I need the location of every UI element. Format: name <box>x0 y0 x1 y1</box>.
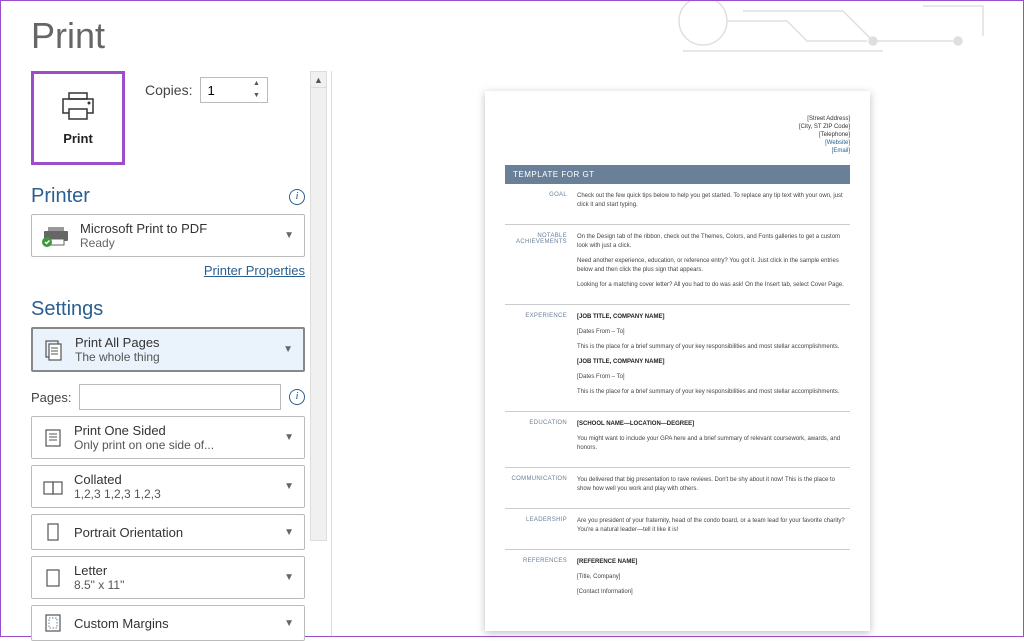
preview-section-label: GOAL <box>505 192 577 216</box>
preview-section-body: Are you president of your fraternity, he… <box>577 517 850 541</box>
preview-address: [Street Address] [City, ST ZIP Code] [Te… <box>505 115 850 155</box>
preview-section-body: [REFERENCE NAME][Title, Company][Contact… <box>577 558 850 603</box>
printer-status: Ready <box>80 236 207 250</box>
preview-section: COMMUNICATIONYou delivered that big pres… <box>505 468 850 509</box>
chevron-down-icon: ▼ <box>284 432 294 443</box>
setting-collated[interactable]: Collated 1,2,3 1,2,3 1,2,3 ▼ <box>31 465 305 508</box>
left-panel: Print Copies: ▲ ▼ Printer i <box>1 71 331 636</box>
print-button[interactable]: Print <box>31 71 125 165</box>
setting-paper-size[interactable]: Letter 8.5" x 11" ▼ <box>31 556 305 599</box>
preview-banner: TEMPLATE FOR GT <box>505 165 850 184</box>
printer-properties-link[interactable]: Printer Properties <box>31 263 305 278</box>
preview-section-body: [SCHOOL NAME—LOCATION—DEGREE]You might w… <box>577 420 850 459</box>
printer-selector[interactable]: Microsoft Print to PDF Ready ▼ <box>31 214 305 257</box>
preview-section-label: NOTABLE ACHIEVEMENTS <box>505 233 577 296</box>
preview-section-label: COMMUNICATION <box>505 476 577 500</box>
one-sided-icon <box>42 427 64 449</box>
setting-one-sided[interactable]: Print One Sided Only print on one side o… <box>31 416 305 459</box>
printer-icon <box>59 91 97 123</box>
pages-icon <box>43 339 65 361</box>
scroll-up-icon[interactable]: ▲ <box>311 72 326 88</box>
print-button-label: Print <box>63 131 93 146</box>
preview-section: LEADERSHIPAre you president of your frat… <box>505 509 850 550</box>
preview-section-label: REFERENCES <box>505 558 577 603</box>
collated-icon <box>42 476 64 498</box>
preview-section: GOALCheck out the few quick tips below t… <box>505 184 850 225</box>
orientation-icon <box>42 521 64 543</box>
copies-down-icon[interactable]: ▼ <box>249 90 263 102</box>
chevron-down-icon: ▼ <box>284 618 294 629</box>
preview-section-label: EXPERIENCE <box>505 313 577 403</box>
margins-icon <box>42 612 64 634</box>
setting-print-all[interactable]: Print All Pages The whole thing ▼ <box>31 327 305 372</box>
settings-section-title: Settings <box>31 298 305 321</box>
copies-label: Copies: <box>145 82 192 98</box>
preview-section-body: Check out the few quick tips below to he… <box>577 192 850 216</box>
preview-section: EDUCATION[SCHOOL NAME—LOCATION—DEGREE]Yo… <box>505 412 850 468</box>
preview-section-body: [JOB TITLE, COMPANY NAME][Dates From – T… <box>577 313 850 403</box>
preview-section-label: LEADERSHIP <box>505 517 577 541</box>
chevron-down-icon: ▼ <box>284 572 294 583</box>
preview-section: NOTABLE ACHIEVEMENTSOn the Design tab of… <box>505 225 850 305</box>
chevron-down-icon: ▼ <box>284 527 294 538</box>
preview-section: REFERENCES[REFERENCE NAME][Title, Compan… <box>505 550 850 611</box>
chevron-down-icon: ▼ <box>284 481 294 492</box>
preview-section: EXPERIENCE[JOB TITLE, COMPANY NAME][Date… <box>505 305 850 412</box>
printer-device-icon <box>42 225 70 247</box>
setting-margins[interactable]: Custom Margins ▼ <box>31 605 305 641</box>
page-preview: [Street Address] [City, ST ZIP Code] [Te… <box>485 91 870 631</box>
chevron-down-icon: ▼ <box>283 344 293 355</box>
setting-orientation[interactable]: Portrait Orientation ▼ <box>31 514 305 550</box>
info-icon[interactable]: i <box>289 389 305 405</box>
printer-section-title: Printer <box>31 185 90 208</box>
info-icon[interactable]: i <box>289 189 305 205</box>
pages-label: Pages: <box>31 390 71 405</box>
copies-up-icon[interactable]: ▲ <box>249 78 263 90</box>
preview-section-body: You delivered that big presentation to r… <box>577 476 850 500</box>
preview-panel: [Street Address] [City, ST ZIP Code] [Te… <box>332 71 1023 636</box>
preview-section-body: On the Design tab of the ribbon, check o… <box>577 233 850 296</box>
copies-stepper[interactable]: ▲ ▼ <box>200 77 268 103</box>
paper-icon <box>42 567 64 589</box>
chevron-down-icon: ▼ <box>284 230 294 241</box>
page-title: Print <box>1 1 1023 71</box>
pages-input[interactable] <box>79 384 281 410</box>
preview-section-label: EDUCATION <box>505 420 577 459</box>
scrollbar[interactable]: ▲ <box>310 71 327 541</box>
copies-input[interactable] <box>201 78 249 102</box>
printer-name: Microsoft Print to PDF <box>80 221 207 236</box>
